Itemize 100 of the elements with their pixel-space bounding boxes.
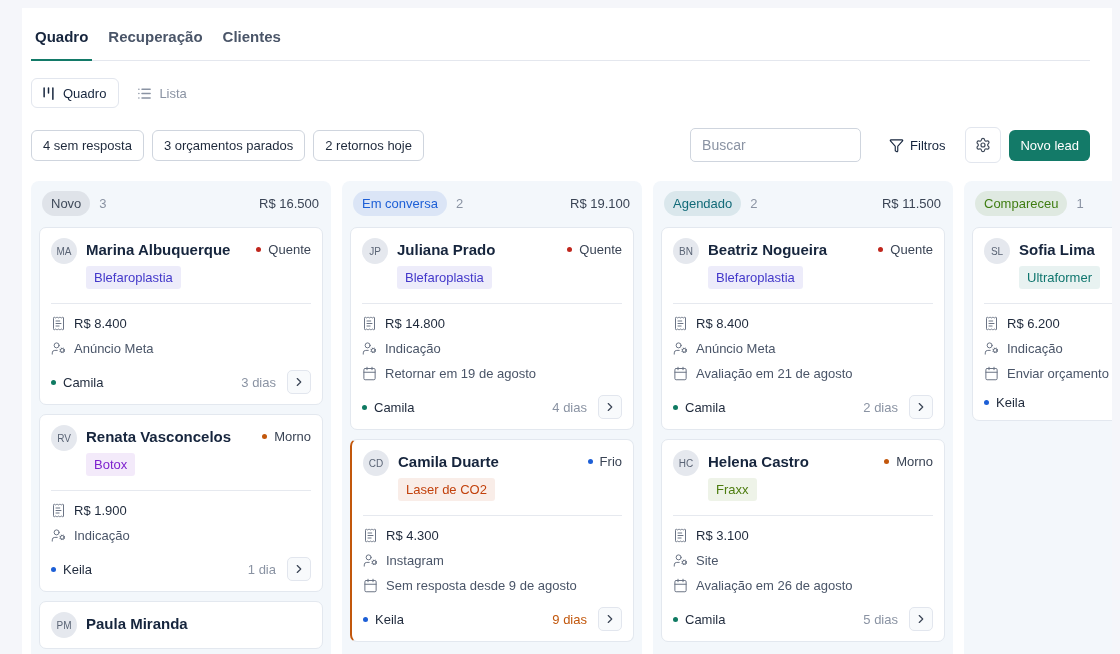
lead-name: Juliana Prado — [397, 240, 496, 258]
temperature-label: Quente — [579, 241, 622, 257]
lead-name: Renata Vasconcelos — [86, 427, 232, 445]
open-button[interactable] — [287, 370, 311, 394]
tab[interactable]: Recuperação — [104, 28, 207, 61]
avatar: PM — [51, 612, 77, 638]
avatar: MA — [51, 238, 77, 264]
receipt-icon — [51, 316, 66, 331]
lead-card[interactable]: HC Helena Castro Morno Fraxx R$ 3.100 Site Avaliação em 26 de agosto Camila 5 dias — [661, 439, 945, 642]
procedure-tag: Fraxx — [708, 478, 757, 501]
tab[interactable]: Quadro — [31, 28, 93, 61]
lead-card[interactable]: JP Juliana Prado Quente Blefaroplastia R$ 14.800 Indicação Retornar em 19 de agosto Camila 4 dias — [350, 227, 634, 430]
temperature-label: Morno — [274, 428, 311, 444]
calendar-icon — [673, 366, 688, 381]
owner-name: Camila — [685, 399, 727, 415]
receipt-icon — [362, 316, 377, 331]
quick-filter[interactable]: 2 retornos hoje — [313, 129, 424, 161]
open-button[interactable] — [909, 395, 933, 419]
next-step: Sem resposta desde 9 de agosto — [386, 578, 577, 593]
owner-name: Keila — [375, 611, 405, 627]
lead-source: Anúncio Meta — [696, 341, 776, 356]
lead-card[interactable]: MA Marina Albuquerque Quente Blefaroplastia R$ 8.400 Anúncio Meta Camila 3 dias — [39, 227, 323, 405]
lead-name: Camila Duarte — [398, 452, 499, 470]
next-step: Avaliação em 26 de agosto — [696, 578, 853, 593]
filter-icon — [889, 137, 905, 153]
next-step: Avaliação em 21 de agosto — [696, 366, 853, 381]
calendar-icon — [363, 578, 378, 593]
quick-filter[interactable]: 4 sem resposta — [31, 129, 144, 161]
user-icon — [51, 341, 66, 356]
open-button[interactable] — [909, 607, 933, 631]
lead-source: Indicação — [1007, 341, 1063, 356]
user-icon — [673, 553, 688, 568]
avatar: RV — [51, 425, 77, 451]
avatar: JP — [362, 238, 388, 264]
lead-value: R$ 14.800 — [385, 316, 445, 331]
settings-button[interactable] — [965, 127, 1002, 163]
owner-name: Keila — [63, 561, 93, 577]
lead-value: R$ 3.100 — [696, 528, 749, 543]
avatar: CD — [363, 450, 389, 476]
receipt-icon — [673, 528, 688, 543]
tab[interactable]: Clientes — [218, 28, 285, 61]
temperature-label: Quente — [890, 241, 933, 257]
temperature-label: Frio — [599, 453, 622, 469]
stage-count: 3 — [99, 195, 108, 211]
avatar: SL — [984, 238, 1010, 264]
lead-card[interactable]: BN Beatriz Nogueira Quente Blefaroplastia R$ 8.400 Anúncio Meta Avaliação em 21 de agosto Camila 2 dias — [661, 227, 945, 430]
owner-name: Keila — [996, 395, 1026, 410]
receipt-icon — [363, 528, 378, 543]
stage-label: Novo — [42, 190, 91, 216]
stage-total: R$ 11.500 — [881, 195, 941, 211]
lead-source: Indicação — [385, 341, 441, 356]
lead-value: R$ 1.900 — [74, 503, 127, 518]
receipt-icon — [51, 503, 66, 518]
calendar-icon — [673, 578, 688, 593]
lead-value: R$ 8.400 — [74, 316, 127, 331]
lead-age: 5 dias — [863, 611, 898, 627]
lead-age: 4 dias — [552, 399, 587, 415]
lead-source: Site — [696, 553, 719, 568]
user-icon — [984, 341, 999, 356]
user-icon — [363, 553, 378, 568]
lead-value: R$ 8.400 — [696, 316, 749, 331]
stage-count: 1 — [1076, 195, 1085, 211]
owner-name: Camila — [63, 374, 105, 390]
temperature-label: Quente — [268, 241, 311, 257]
stage-label: Em conversa — [353, 190, 447, 216]
lead-name: Sofia Lima — [1019, 240, 1095, 258]
lead-age: 3 dias — [241, 374, 276, 390]
stage-total: R$ 16.500 — [259, 195, 319, 211]
lead-card[interactable]: SL Sofia Lima Ultraformer R$ 6.200 Indicação Enviar orçamento Keila — [972, 227, 1112, 421]
procedure-tag: Botox — [86, 453, 136, 476]
board-icon — [41, 85, 56, 101]
receipt-icon — [984, 316, 999, 331]
temperature-label: Morno — [896, 453, 933, 469]
next-step: Enviar orçamento — [1007, 366, 1109, 381]
lead-source: Instagram — [386, 553, 444, 568]
open-button[interactable] — [287, 557, 311, 581]
calendar-icon — [984, 366, 999, 381]
open-button[interactable] — [598, 607, 622, 631]
lead-card[interactable]: PM Paula Miranda — [39, 601, 323, 649]
lead-value: R$ 4.300 — [386, 528, 439, 543]
user-icon — [51, 528, 66, 543]
lead-value: R$ 6.200 — [1007, 316, 1060, 331]
open-button[interactable] — [598, 395, 622, 419]
view-toggle[interactable]: Quadro — [31, 78, 120, 108]
procedure-tag: Ultraformer — [1019, 266, 1100, 289]
user-icon — [673, 341, 688, 356]
avatar: HC — [673, 450, 699, 476]
user-icon — [362, 341, 377, 356]
lead-source: Anúncio Meta — [74, 341, 154, 356]
quick-filter[interactable]: 3 orçamentos parados — [151, 129, 306, 161]
avatar: BN — [673, 238, 699, 264]
next-step: Retornar em 19 de agosto — [385, 366, 537, 381]
stage-total: R$ 19.100 — [570, 195, 630, 211]
filters-button[interactable]: Filtros — [879, 128, 956, 162]
search-field[interactable]: Buscar — [690, 128, 862, 162]
lead-name: Helena Castro — [708, 452, 809, 470]
lead-card[interactable]: RV Renata Vasconcelos Morno Botox R$ 1.900 Indicação Keila 1 dia — [39, 414, 323, 592]
new-lead-button[interactable]: Novo lead — [1009, 129, 1090, 161]
lead-age: 2 dias — [863, 399, 898, 415]
lead-card[interactable]: CD Camila Duarte Frio Laser de CO2 R$ 4.300 Instagram Sem resposta desde 9 de agosto Keila 9 dias — [350, 439, 634, 642]
